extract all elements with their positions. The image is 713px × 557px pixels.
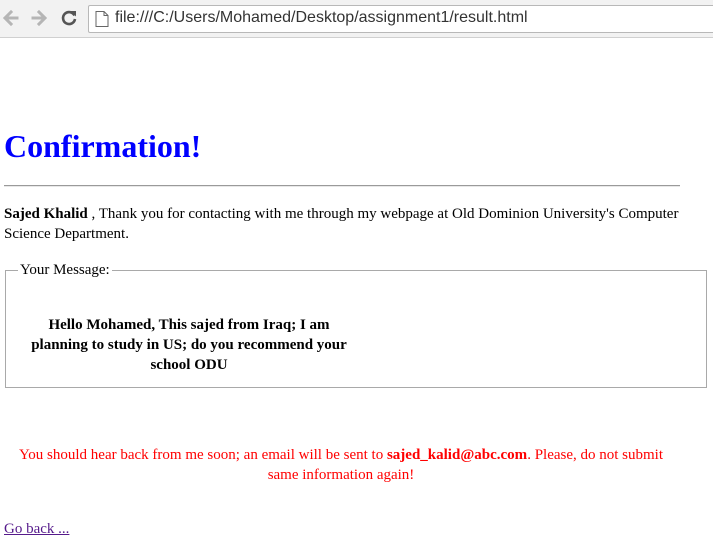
page-content: Confirmation! Sajed Khalid , Thank you f… bbox=[0, 38, 713, 557]
page-title: Confirmation! bbox=[4, 128, 202, 164]
thanks-paragraph: Sajed Khalid , Thank you for contacting … bbox=[4, 204, 694, 244]
forward-button[interactable] bbox=[28, 7, 50, 29]
sender-name: Sajed Khalid bbox=[4, 206, 88, 222]
browser-toolbar: file:///C:/Users/Mohamed/Desktop/assignm… bbox=[0, 0, 713, 38]
forward-arrow-icon bbox=[31, 9, 48, 27]
divider bbox=[4, 185, 680, 187]
go-back-link[interactable]: Go back ... bbox=[4, 521, 69, 538]
reload-button[interactable] bbox=[58, 7, 80, 29]
message-fieldset: Your Message: Hello Mohamed, This sajed … bbox=[5, 262, 707, 388]
notice-email: sajed_kalid@abc.com bbox=[386, 447, 528, 463]
notice-paragraph: You should hear back from me soon; an em… bbox=[4, 445, 678, 485]
message-body: Hello Mohamed, This sajed from Iraq; I a… bbox=[31, 317, 347, 373]
notice-prefix: You should hear back from me soon; an em… bbox=[18, 447, 387, 463]
url-text: file:///C:/Users/Mohamed/Desktop/assignm… bbox=[115, 9, 528, 26]
back-arrow-icon bbox=[2, 9, 19, 27]
back-button[interactable] bbox=[0, 7, 22, 29]
message-legend: Your Message: bbox=[20, 262, 110, 278]
address-bar[interactable]: file:///C:/Users/Mohamed/Desktop/assignm… bbox=[88, 5, 713, 33]
reload-icon bbox=[61, 10, 77, 26]
page-icon bbox=[95, 11, 109, 27]
thanks-text: , Thank you for contacting with me throu… bbox=[4, 206, 679, 242]
